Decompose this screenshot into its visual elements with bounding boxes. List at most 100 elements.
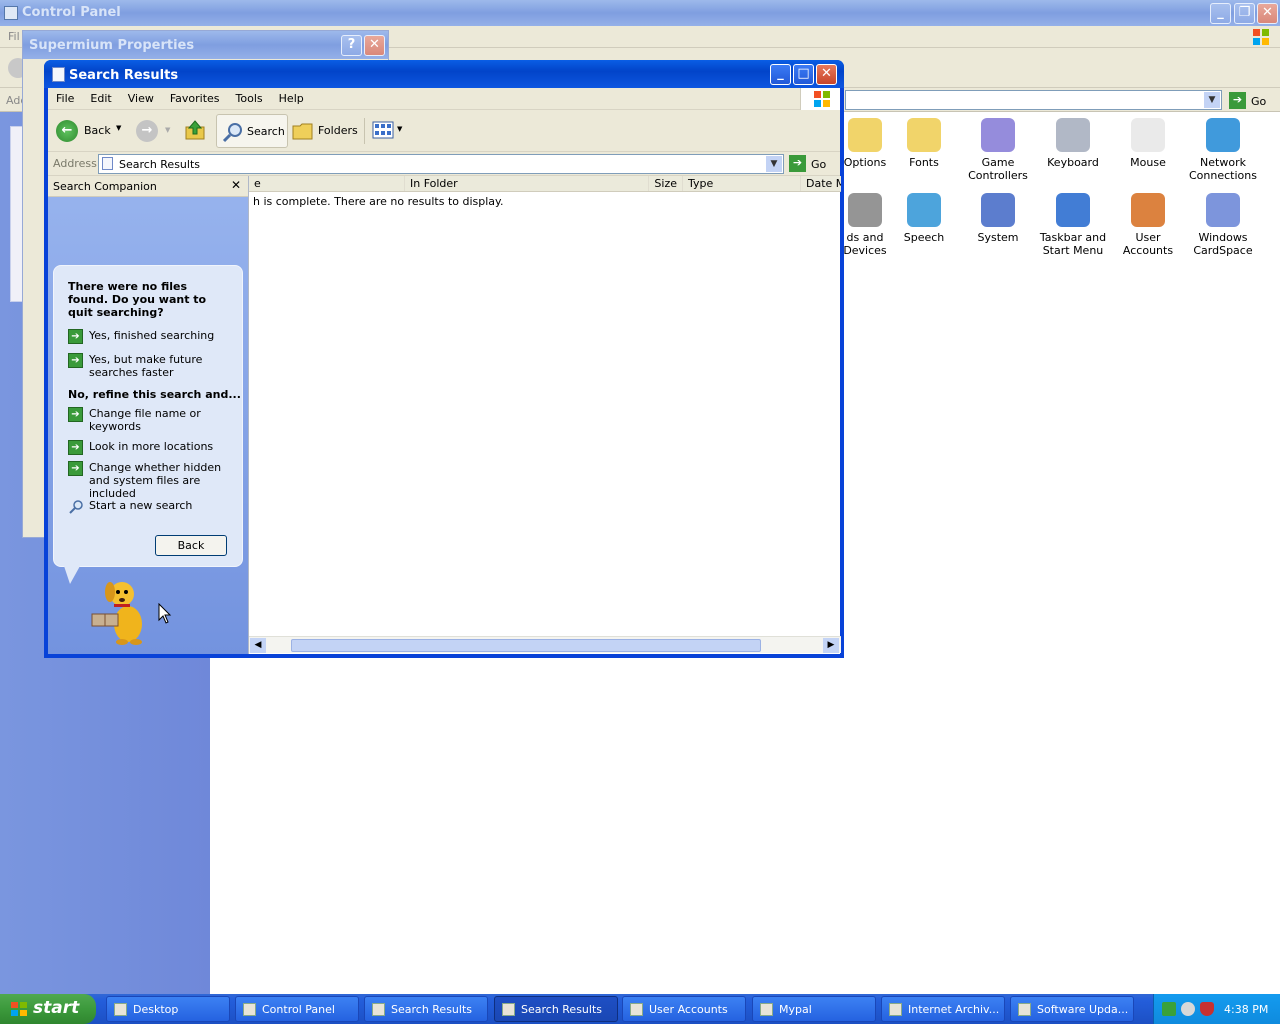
cp-item-system[interactable]: System	[960, 193, 1036, 244]
minimize-button[interactable]: _	[770, 64, 791, 85]
taskbar-button-desktop[interactable]: Desktop	[106, 996, 230, 1022]
network-globe-icon	[1206, 118, 1240, 152]
magnifier-icon	[222, 121, 244, 143]
cp-item-label: User Accounts	[1122, 231, 1174, 257]
mouse-cursor-icon	[158, 602, 172, 625]
views-grid-icon	[372, 121, 394, 139]
address-dropdown-icon[interactable]: ▼	[766, 156, 782, 172]
taskbar-button-software-upda-[interactable]: Software Upda...	[1010, 996, 1134, 1022]
link-new-search[interactable]: Start a new search	[68, 499, 228, 514]
forward-arrow-icon[interactable]: →	[136, 120, 158, 142]
cp-item-network-connections[interactable]: Network Connections	[1185, 118, 1261, 182]
go-label[interactable]: Go	[1251, 95, 1266, 108]
taskbar-button-user-accounts[interactable]: User Accounts	[622, 996, 746, 1022]
link-finished-searching[interactable]: ➔ Yes, finished searching	[68, 329, 228, 344]
cp-item-fonts[interactable]: Fonts	[886, 118, 962, 169]
search-menubar: File Edit View Favorites Tools Help	[48, 88, 840, 110]
address-input[interactable]: ▼	[845, 90, 1222, 110]
task-window-icon	[889, 1003, 902, 1016]
column-header-4[interactable]: Date M	[801, 176, 841, 191]
views-button[interactable]: ▼	[370, 119, 404, 143]
link-more-locations[interactable]: ➔ Look in more locations	[68, 440, 228, 455]
scroll-right-icon[interactable]: ▶	[823, 638, 839, 653]
help-button[interactable]: ?	[341, 35, 362, 56]
fonts-folder-icon	[907, 118, 941, 152]
close-button[interactable]: ✕	[364, 35, 385, 56]
control-panel-titlebar[interactable]: Control Panel _ ❐ ✕	[0, 0, 1280, 26]
link-change-file-name[interactable]: ➔ Change file name or keywords	[68, 407, 228, 433]
column-header-1[interactable]: In Folder	[405, 176, 649, 191]
link-hidden-files[interactable]: ➔ Change whether hidden and system files …	[68, 461, 228, 500]
results-list-view[interactable]: eIn FolderSizeTypeDate M h is complete. …	[248, 176, 841, 654]
taskbar-button-mypal[interactable]: Mypal	[752, 996, 876, 1022]
tray-security-shield-icon[interactable]	[1200, 1002, 1214, 1016]
taskbar-button-control-panel[interactable]: Control Panel	[235, 996, 359, 1022]
link-faster-searches[interactable]: ➔ Yes, but make future searches faster	[68, 353, 228, 379]
scroll-left-icon[interactable]: ◀	[250, 638, 266, 653]
cp-item-speech[interactable]: Speech	[886, 193, 962, 244]
column-header-3[interactable]: Type	[683, 176, 801, 191]
companion-balloon: There were no files found. Do you want t…	[53, 265, 243, 567]
supermium-titlebar[interactable]: Supermium Properties ? ✕	[23, 31, 388, 59]
cp-item-mouse[interactable]: Mouse	[1110, 118, 1186, 169]
cp-item-taskbar-and-start-menu[interactable]: Taskbar and Start Menu	[1035, 193, 1111, 257]
menu-favorites[interactable]: Favorites	[162, 88, 228, 110]
tray-settings-icon[interactable]	[1181, 1002, 1195, 1016]
task-label: Search Results	[391, 1003, 473, 1016]
column-header-0[interactable]: e	[249, 176, 405, 191]
task-label: Software Upda...	[1037, 1003, 1129, 1016]
go-label[interactable]: Go	[811, 158, 826, 171]
minimize-button[interactable]: _	[1210, 3, 1231, 24]
search-dog-icon[interactable]	[88, 574, 160, 646]
back-label: Back	[84, 124, 111, 137]
back-dropdown-icon[interactable]: ▼	[116, 124, 121, 132]
close-button[interactable]: ✕	[816, 64, 837, 85]
menu-file-partial[interactable]: Fil	[8, 30, 20, 43]
tray-network-icon[interactable]	[1162, 1002, 1176, 1016]
menu-file[interactable]: File	[48, 88, 82, 110]
cp-item-label: Keyboard	[1047, 156, 1099, 169]
close-button[interactable]: ✕	[1257, 3, 1278, 24]
up-folder-icon[interactable]	[184, 119, 206, 141]
restore-button[interactable]: ❐	[1234, 3, 1255, 24]
companion-header: Search Companion ✕	[48, 176, 248, 197]
horizontal-scrollbar[interactable]: ◀ ▶	[249, 636, 841, 653]
clock[interactable]: 4:38 PM	[1224, 1003, 1268, 1016]
cp-item-user-accounts[interactable]: User Accounts	[1110, 193, 1186, 257]
maximize-button[interactable]: □	[793, 64, 814, 85]
companion-close-icon[interactable]: ✕	[231, 178, 241, 192]
search-button[interactable]: Search	[216, 114, 288, 148]
address-dropdown-icon[interactable]: ▼	[1204, 92, 1220, 108]
status-message: h is complete. There are no results to d…	[253, 195, 504, 208]
menu-edit[interactable]: Edit	[82, 88, 119, 110]
control-panel-icon	[4, 6, 18, 20]
cp-item-label: Game Controllers	[968, 156, 1028, 182]
column-header-2[interactable]: Size	[649, 176, 683, 191]
menu-view[interactable]: View	[120, 88, 162, 110]
cp-item-windows-cardspace[interactable]: Windows CardSpace	[1185, 193, 1261, 257]
task-window-icon	[114, 1003, 127, 1016]
go-arrow-icon[interactable]: ➔	[1229, 92, 1246, 109]
windows-logo-icon	[10, 1001, 28, 1017]
menu-tools[interactable]: Tools	[228, 88, 271, 110]
folders-button[interactable]: Folders	[292, 119, 358, 143]
taskbar-button-search-results[interactable]: Search Results	[364, 996, 488, 1022]
search-companion-pane: Search Companion ✕ There were no files f…	[48, 176, 248, 654]
menu-help[interactable]: Help	[271, 88, 312, 110]
start-button[interactable]: start	[0, 994, 96, 1024]
taskbar-button-search-results[interactable]: Search Results	[494, 996, 618, 1022]
forward-dropdown-icon[interactable]: ▼	[165, 126, 170, 134]
back-button[interactable]: ← Back ▼	[54, 119, 126, 143]
go-arrow-icon[interactable]: ➔	[789, 155, 806, 172]
taskbar-icon	[1056, 193, 1090, 227]
scroll-thumb[interactable]	[291, 639, 761, 652]
search-results-titlebar[interactable]: Search Results _ □ ✕	[44, 60, 844, 88]
speech-icon	[907, 193, 941, 227]
task-label: User Accounts	[649, 1003, 728, 1016]
cp-item-keyboard[interactable]: Keyboard	[1035, 118, 1111, 169]
search-label: Search	[247, 125, 285, 138]
address-input[interactable]: Search Results ▼	[98, 154, 784, 174]
companion-back-button[interactable]: Back	[155, 535, 227, 556]
taskbar-button-internet-archiv-[interactable]: Internet Archiv...	[881, 996, 1005, 1022]
cp-item-game-controllers[interactable]: Game Controllers	[960, 118, 1036, 182]
